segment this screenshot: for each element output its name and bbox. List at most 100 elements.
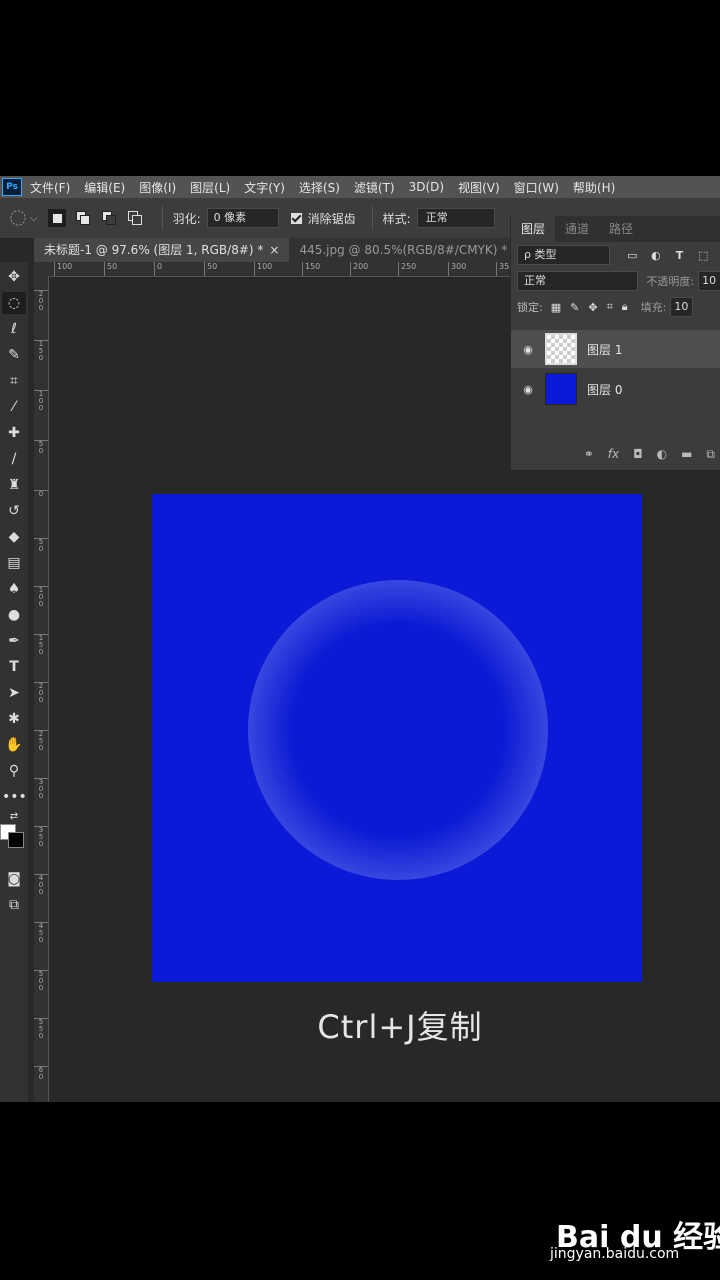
layer-name: 图层 0 xyxy=(587,382,623,397)
menu-window[interactable]: 窗口(W) xyxy=(514,179,559,196)
add-mask-icon[interactable]: ◘ xyxy=(633,447,643,461)
elliptical-marquee-preset-icon[interactable] xyxy=(10,210,26,226)
lock-artboard-icon[interactable]: ⌗ xyxy=(607,300,613,314)
feather-input[interactable]: 0 像素 xyxy=(206,208,279,228)
gradient-tool-icon[interactable]: ▤ xyxy=(2,552,26,574)
more-tools-icon[interactable]: ••• xyxy=(2,786,27,808)
menu-bar: Ps 文件(F) 编辑(E) 图像(I) 图层(L) 文字(Y) 选择(S) 滤… xyxy=(0,176,720,198)
image-filter-icon[interactable]: ▭ xyxy=(626,249,638,262)
type-tool-icon[interactable]: T xyxy=(2,656,26,678)
ruler-tick: 4 5 0 xyxy=(34,922,48,944)
opacity-label: 不透明度: xyxy=(646,275,695,288)
menu-filter[interactable]: 滤镜(T) xyxy=(354,179,395,196)
layers-footer: ⚭ fx ◘ ◐ ▬ ⧉ xyxy=(511,442,720,466)
subtract-from-selection-button[interactable] xyxy=(100,209,118,227)
document-canvas[interactable] xyxy=(152,494,642,982)
opacity-input[interactable]: 10 xyxy=(698,271,720,291)
clone-stamp-tool-icon[interactable]: ♜ xyxy=(2,474,26,496)
menu-type[interactable]: 文字(Y) xyxy=(244,179,285,196)
lock-row: 锁定: ▦ ✎ ✥ ⌗ 🔒︎ 填充: 10 xyxy=(511,294,720,320)
screen-mode-icon[interactable]: ⧉ xyxy=(2,894,26,916)
lock-position-icon[interactable]: ✥ xyxy=(588,301,597,314)
visibility-eye-icon[interactable]: ◉ xyxy=(521,343,535,356)
ruler-tick: 2 0 0 xyxy=(34,682,48,704)
menu-3d[interactable]: 3D(D) xyxy=(409,180,444,194)
lock-image-pixels-icon[interactable]: ✎ xyxy=(570,301,579,314)
ruler-tick: 1 5 0 xyxy=(34,634,48,656)
ruler-tick: 5 5 0 xyxy=(34,1018,48,1040)
tab-channels[interactable]: 通道 xyxy=(555,216,599,242)
menu-view[interactable]: 视图(V) xyxy=(458,179,500,196)
ruler-tick: 0 xyxy=(34,490,48,498)
blend-mode-select[interactable]: 正常 xyxy=(517,271,639,291)
quick-selection-tool-icon[interactable]: ✎ xyxy=(2,344,26,366)
visibility-eye-icon[interactable]: ◉ xyxy=(521,383,535,396)
crop-tool-icon[interactable]: ⌗ xyxy=(2,370,26,392)
chevron-down-icon[interactable]: ⌵ xyxy=(30,213,38,224)
tab-untitled-1[interactable]: 未标题-1 @ 97.6% (图层 1, RGB/8#) * × xyxy=(34,238,290,262)
intersect-selection-button[interactable] xyxy=(126,209,144,227)
watermark-url: jingyan.baidu.com xyxy=(550,1246,680,1262)
add-to-selection-button[interactable] xyxy=(74,209,92,227)
hand-tool-icon[interactable]: ✋ xyxy=(2,734,26,756)
type-filter-icon[interactable]: T xyxy=(674,249,686,262)
ruler-tick: 250 xyxy=(398,262,416,276)
ruler-tick: 1 0 0 xyxy=(34,390,48,412)
separator xyxy=(161,206,163,230)
layer-row[interactable]: ◉ 图层 1 xyxy=(511,330,720,368)
panel-tabs: 图层 通道 路径 xyxy=(511,216,720,242)
shape-filter-icon[interactable]: ⬚ xyxy=(697,249,709,262)
photoshop-logo: Ps xyxy=(2,178,22,196)
elliptical-marquee-tool-icon[interactable]: ◌ xyxy=(2,292,26,314)
dodge-tool-icon[interactable]: ● xyxy=(2,604,26,626)
zoom-tool-icon[interactable]: ⚲ xyxy=(2,760,26,782)
baidu-jingyan-watermark: Bai du 经验 jingyan.baidu.com xyxy=(550,1200,720,1270)
ruler-corner xyxy=(34,262,50,276)
layer-style-fx-icon[interactable]: fx xyxy=(608,447,619,461)
menu-layer[interactable]: 图层(L) xyxy=(190,179,230,196)
style-select[interactable]: 正常 xyxy=(416,208,495,228)
new-layer-icon[interactable]: ⧉ xyxy=(706,447,715,462)
fill-label: 填充: xyxy=(640,301,667,314)
quick-mask-icon[interactable]: ◙ xyxy=(2,868,26,890)
background-color-swatch[interactable] xyxy=(8,832,24,848)
eraser-tool-icon[interactable]: ◆ xyxy=(2,526,26,548)
tools-panel: ✥ ◌ ℓ ✎ ⌗ ⁄ ✚ / ♜ ↺ ◆ ▤ ♠ ● ✒ T ➤ ✱ ✋ ⚲ … xyxy=(0,262,28,1102)
menu-select[interactable]: 选择(S) xyxy=(299,179,340,196)
lock-label: 锁定: xyxy=(517,301,543,314)
brush-tool-icon[interactable]: / xyxy=(2,448,26,470)
tab-layers[interactable]: 图层 xyxy=(511,216,556,242)
layers-panel: 图层 通道 路径 ρ 类型 ▭ ◐ T ⬚ 正常 不透明度: 10 锁定: ▦ … xyxy=(510,216,720,470)
style-label: 样式: xyxy=(382,211,411,226)
antialias-checkbox[interactable] xyxy=(290,212,302,224)
close-icon[interactable]: × xyxy=(269,243,279,257)
tab-paths[interactable]: 路径 xyxy=(599,216,643,242)
lasso-tool-icon[interactable]: ℓ xyxy=(2,318,26,340)
menu-file[interactable]: 文件(F) xyxy=(30,179,70,196)
path-selection-tool-icon[interactable]: ➤ xyxy=(2,682,26,704)
fill-input[interactable]: 10 xyxy=(670,297,694,317)
lock-all-icon[interactable]: 🔒︎ xyxy=(622,300,628,314)
history-brush-tool-icon[interactable]: ↺ xyxy=(2,500,26,522)
adjustment-layer-icon[interactable]: ◐ xyxy=(657,447,667,461)
tab-445-jpg[interactable]: 445.jpg @ 80.5%(RGB/8#/CMYK) * xyxy=(289,238,517,262)
lock-transparent-pixels-icon[interactable]: ▦ xyxy=(551,301,561,314)
ruler-tick: 5 0 0 xyxy=(34,970,48,992)
menu-image[interactable]: 图像(I) xyxy=(139,179,176,196)
menu-help[interactable]: 帮助(H) xyxy=(573,179,615,196)
layer-filter-select[interactable]: ρ 类型 xyxy=(517,245,611,265)
ruler-tick: 35 xyxy=(496,262,509,276)
move-tool-icon[interactable]: ✥ xyxy=(2,266,26,288)
menu-edit[interactable]: 编辑(E) xyxy=(84,179,125,196)
new-selection-button[interactable] xyxy=(47,209,66,227)
blur-tool-icon[interactable]: ♠ xyxy=(2,578,26,600)
adjustment-filter-icon[interactable]: ◐ xyxy=(650,249,662,262)
pen-tool-icon[interactable]: ✒ xyxy=(2,630,26,652)
layer-row[interactable]: ◉ 图层 0 xyxy=(511,370,720,408)
link-layers-icon[interactable]: ⚭ xyxy=(584,447,594,461)
shape-tool-icon[interactable]: ✱ xyxy=(2,708,26,730)
ruler-tick: 200 xyxy=(350,262,368,276)
healing-brush-tool-icon[interactable]: ✚ xyxy=(2,422,26,444)
new-group-icon[interactable]: ▬ xyxy=(681,447,692,461)
eyedropper-tool-icon[interactable]: ⁄ xyxy=(2,396,26,418)
